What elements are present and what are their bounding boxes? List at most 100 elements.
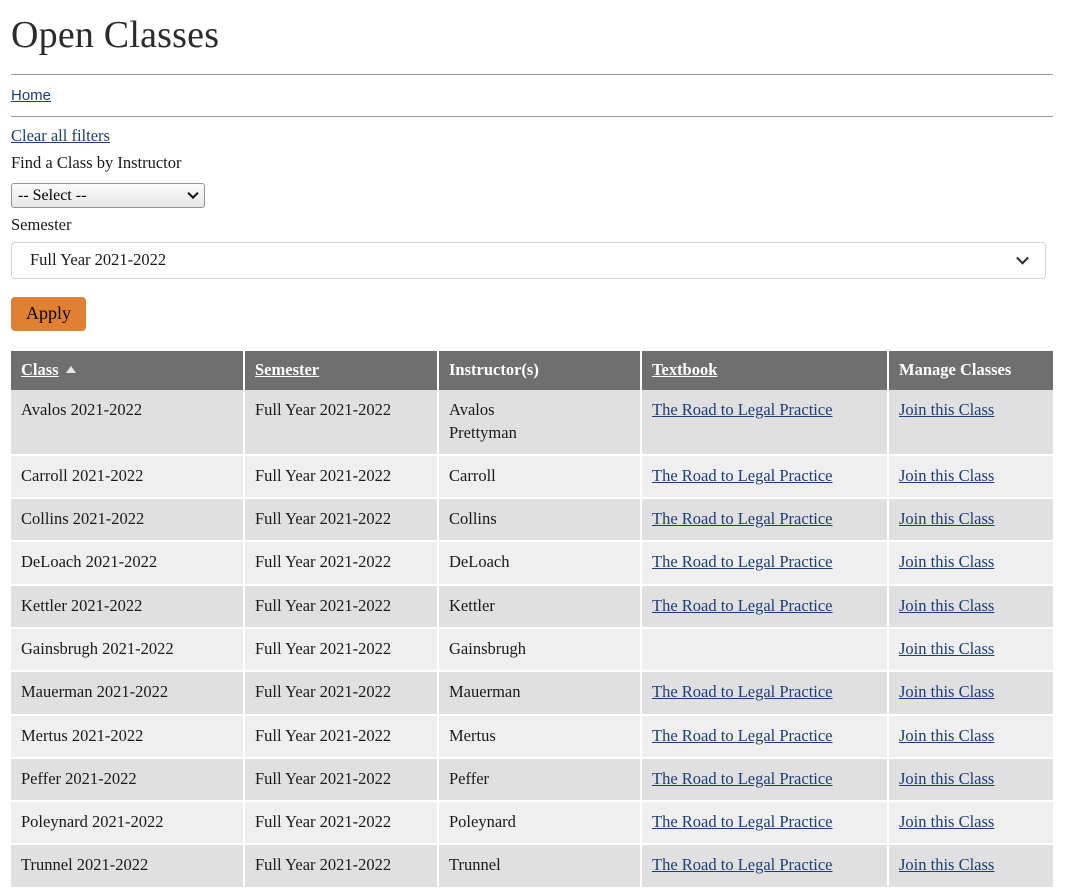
cell-semester: Full Year 2021-2022 <box>244 454 439 500</box>
join-this-class-link[interactable]: Join this Class <box>899 552 994 571</box>
table-row: Avalos 2021-2022 Full Year 2021-2022 Avalo… <box>11 390 1053 456</box>
table-row: Kettler 2021-2022 Full Year 2021-2022 Kett… <box>11 584 1053 630</box>
join-this-class-link[interactable]: Join this Class <box>899 639 994 658</box>
cell-instructors: Poleynard <box>438 801 642 846</box>
open-classes-table: Class Semester Instructor(s) Textbook Ma… <box>11 351 1053 889</box>
column-header-manage-classes-label: Manage Classes <box>899 360 1012 380</box>
cell-class: Gainsbrugh 2021-2022 <box>11 628 245 673</box>
instructor-name: Trunnel <box>449 855 501 875</box>
table-row: Peffer 2021-2022 Full Year 2021-2022 Peffe… <box>11 757 1053 803</box>
textbook-link[interactable]: The Road to Legal Practice <box>652 400 833 419</box>
cell-textbook: The Road to Legal Practice <box>641 844 889 889</box>
cell-instructors: Mertus <box>438 714 642 759</box>
join-this-class-link[interactable]: Join this Class <box>899 726 994 745</box>
cell-textbook: The Road to Legal Practice <box>641 757 889 803</box>
cell-class: Collins 2021-2022 <box>11 498 245 543</box>
semester-label: Semester <box>11 214 72 234</box>
cell-class: Carroll 2021-2022 <box>11 454 245 500</box>
cell-semester: Full Year 2021-2022 <box>244 801 439 846</box>
cell-class: Trunnel 2021-2022 <box>11 844 245 889</box>
textbook-link[interactable]: The Road to Legal Practice <box>652 812 833 831</box>
cell-instructors: DeLoach <box>438 541 642 586</box>
textbook-link[interactable]: The Road to Legal Practice <box>652 509 833 528</box>
instructor-name: Kettler <box>449 595 495 615</box>
textbook-link[interactable]: The Road to Legal Practice <box>652 769 833 788</box>
cell-semester: Full Year 2021-2022 <box>244 671 439 716</box>
cell-semester: Full Year 2021-2022 <box>244 628 439 673</box>
join-this-class-link[interactable]: Join this Class <box>899 400 994 419</box>
table-header-row: Class Semester Instructor(s) Textbook Ma… <box>11 351 1053 391</box>
join-this-class-link[interactable]: Join this Class <box>899 812 994 831</box>
cell-manage: Join this Class <box>888 454 1053 500</box>
cell-semester: Full Year 2021-2022 <box>244 757 439 803</box>
instructor-select-value: -- Select -- <box>18 186 87 204</box>
cell-manage: Join this Class <box>888 498 1053 543</box>
join-this-class-link[interactable]: Join this Class <box>899 769 994 788</box>
page-container: Open Classes Home Clear all filters Find… <box>0 0 1067 889</box>
cell-instructors: Gainsbrugh <box>438 628 642 673</box>
cell-semester: Full Year 2021-2022 <box>244 498 439 543</box>
clear-all-filters-link[interactable]: Clear all filters <box>11 126 110 146</box>
join-this-class-link[interactable]: Join this Class <box>899 855 994 874</box>
cell-semester: Full Year 2021-2022 <box>244 844 439 889</box>
cell-class: Mertus 2021-2022 <box>11 714 245 759</box>
cell-textbook: The Road to Legal Practice <box>641 454 889 500</box>
cell-manage: Join this Class <box>888 844 1053 889</box>
column-header-class[interactable]: Class <box>11 351 245 391</box>
column-header-semester-label[interactable]: Semester <box>255 360 319 379</box>
instructor-name: Peffer <box>449 768 490 788</box>
column-header-semester[interactable]: Semester <box>244 351 439 391</box>
instructor-name: Carroll <box>449 465 496 485</box>
cell-instructors: Trunnel <box>438 844 642 889</box>
open-classes-table-wrap: Class Semester Instructor(s) Textbook Ma… <box>11 351 1053 889</box>
breadcrumb-link-home[interactable]: Home <box>11 87 51 104</box>
table-row: Mauerman 2021-2022 Full Year 2021-2022 Mau… <box>11 671 1053 716</box>
textbook-link[interactable]: The Road to Legal Practice <box>652 596 833 615</box>
semester-select-value: Full Year 2021-2022 <box>30 250 167 270</box>
cell-manage: Join this Class <box>888 757 1053 803</box>
cell-manage: Join this Class <box>888 541 1053 586</box>
instructor-name: Poleynard <box>449 812 516 832</box>
column-header-manage-classes: Manage Classes <box>888 351 1053 391</box>
cell-manage: Join this Class <box>888 671 1053 716</box>
instructor-select[interactable]: -- Select -- <box>11 182 205 208</box>
cell-semester: Full Year 2021-2022 <box>244 541 439 586</box>
semester-select[interactable]: Full Year 2021-2022 <box>11 241 1046 279</box>
column-header-textbook[interactable]: Textbook <box>641 351 889 391</box>
textbook-link[interactable]: The Road to Legal Practice <box>652 466 833 485</box>
instructor-name: Prettyman <box>449 422 517 442</box>
cell-class: Avalos 2021-2022 <box>11 390 245 456</box>
cell-instructors: Avalos Prettyman <box>438 390 642 456</box>
instructor-name: Collins <box>449 509 497 529</box>
table-row: Carroll 2021-2022 Full Year 2021-2022 Carr… <box>11 454 1053 500</box>
instructor-name: Gainsbrugh <box>449 639 526 658</box>
cell-textbook: The Road to Legal Practice <box>641 671 889 716</box>
cell-textbook: The Road to Legal Practice <box>641 498 889 543</box>
column-header-class-label[interactable]: Class <box>21 360 59 379</box>
table-row: DeLoach 2021-2022 Full Year 2021-2022 DeLo… <box>11 541 1053 586</box>
cell-class: Poleynard 2021-2022 <box>11 801 245 846</box>
table-row: Mertus 2021-2022 Full Year 2021-2022 Mertu… <box>11 714 1053 759</box>
filters-section: Clear all filters Find a Class by Instru… <box>11 117 1053 332</box>
textbook-link[interactable]: The Road to Legal Practice <box>652 682 833 701</box>
join-this-class-link[interactable]: Join this Class <box>899 682 994 701</box>
cell-textbook <box>641 628 889 673</box>
cell-instructors: Kettler <box>438 584 642 630</box>
cell-class: Peffer 2021-2022 <box>11 757 245 803</box>
textbook-link[interactable]: The Road to Legal Practice <box>652 552 833 571</box>
apply-button[interactable]: Apply <box>11 296 86 332</box>
instructor-filter-label: Find a Class by Instructor <box>11 152 182 172</box>
cell-manage: Join this Class <box>888 390 1053 456</box>
cell-manage: Join this Class <box>888 628 1053 673</box>
join-this-class-link[interactable]: Join this Class <box>899 596 994 615</box>
cell-semester: Full Year 2021-2022 <box>244 584 439 630</box>
cell-semester: Full Year 2021-2022 <box>244 714 439 759</box>
textbook-link[interactable]: The Road to Legal Practice <box>652 855 833 874</box>
join-this-class-link[interactable]: Join this Class <box>899 509 994 528</box>
cell-instructors: Carroll <box>438 454 642 500</box>
column-header-textbook-label[interactable]: Textbook <box>652 360 717 379</box>
join-this-class-link[interactable]: Join this Class <box>899 466 994 485</box>
instructor-name: Mauerman <box>449 682 521 702</box>
textbook-link[interactable]: The Road to Legal Practice <box>652 726 833 745</box>
cell-instructors: Mauerman <box>438 671 642 716</box>
